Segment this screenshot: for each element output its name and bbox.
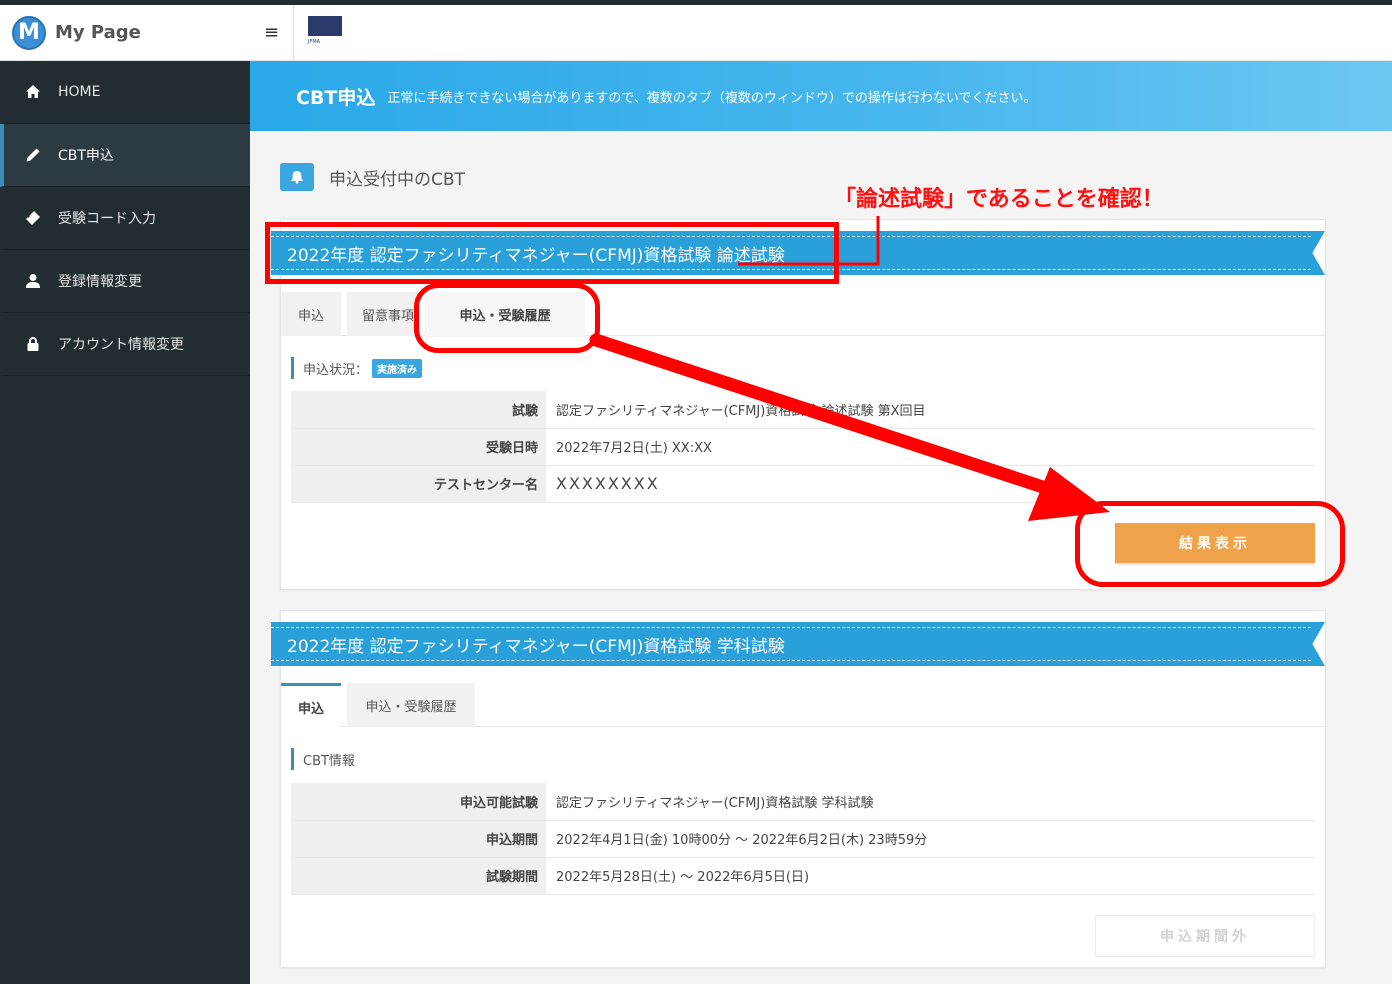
row-key: 受験日時	[291, 428, 546, 466]
row-value: 2022年5月28日(土) ～ 2022年6月5日(日)	[546, 857, 1315, 895]
sidebar-item-label: HOME	[58, 84, 101, 100]
sidebar-item-profile[interactable]: 登録情報変更	[0, 250, 250, 313]
table-row: 受験日時 2022年7月2日(土) XX:XX	[291, 428, 1315, 466]
row-value: XXXXXXXX	[546, 465, 1315, 503]
highlight-result-button	[1075, 501, 1345, 587]
table-row: 試験 認定ファシリティマネジャー(CFMJ)資格試験 論述試験 第X回目	[291, 391, 1315, 429]
highlight-essay-title	[265, 222, 839, 284]
sidebar-item-label: 受験コード入力	[58, 211, 156, 227]
status-label: 申込状況：	[303, 362, 369, 378]
menu-toggle-icon[interactable]: ≡	[250, 4, 294, 61]
cbt-info-label: CBT情報	[303, 753, 355, 769]
exam-info-table: 申込可能試験 認定ファシリティマネジャー(CFMJ)資格試験 学科試験 申込期間…	[291, 783, 1315, 895]
table-row: テストセンター名 XXXXXXXX	[291, 465, 1315, 503]
tab-notes[interactable]: 留意事項	[347, 292, 419, 336]
exam-card-tabs: 申込 申込・受験履歴	[281, 683, 1325, 728]
lock-icon	[24, 335, 42, 353]
row-key: 申込期間	[291, 820, 546, 858]
banner-message: 正常に手続きできない場合がありますので、複数のタブ（複数のウィンドウ）での操作は…	[387, 90, 1037, 106]
pencil-icon	[24, 146, 42, 164]
row-key: 申込可能試験	[291, 783, 546, 821]
sidebar-item-exam-code[interactable]: 受験コード入力	[0, 187, 250, 250]
table-row: 試験期間 2022年5月28日(土) ～ 2022年6月5日(日)	[291, 857, 1315, 895]
table-row: 申込可能試験 認定ファシリティマネジャー(CFMJ)資格試験 学科試験	[291, 783, 1315, 821]
sidebar-item-label: CBT申込	[58, 148, 114, 164]
row-value: 2022年4月1日(金) 10時00分 ～ 2022年6月2日(木) 23時59…	[546, 820, 1315, 858]
tab-apply[interactable]: 申込	[281, 292, 341, 336]
row-value: 2022年7月2日(土) XX:XX	[546, 428, 1315, 466]
sidebar-item-home[interactable]: HOME	[0, 61, 250, 124]
sidebar-item-cbt-apply[interactable]: CBT申込	[0, 124, 250, 187]
status-badge: 実施済み	[372, 358, 423, 378]
tab-apply[interactable]: 申込	[281, 683, 341, 728]
home-icon	[24, 83, 42, 101]
ticket-icon	[24, 209, 42, 227]
section-title: 申込受付中のCBT	[329, 169, 465, 190]
table-row: 申込期間 2022年4月1日(金) 10時00分 ～ 2022年6月2日(木) …	[291, 820, 1315, 858]
sidebar: M My Page HOME CBT申込 受験コード入力 登録情報変更 アカウン…	[0, 5, 250, 984]
row-value: 認定ファシリティマネジャー(CFMJ)資格試験 論述試験 第X回目	[546, 391, 1315, 429]
exam-info-table: 試験 認定ファシリティマネジャー(CFMJ)資格試験 論述試験 第X回目 受験日…	[291, 391, 1315, 503]
row-key: 試験期間	[291, 857, 546, 895]
top-header: ≡ JFMA	[250, 4, 1392, 61]
organization-logo[interactable]: JFMA	[308, 15, 344, 50]
exam-card-academic: 2022年度 認定ファシリティマネジャー(CFMJ)資格試験 学科試験 申込 申…	[271, 610, 1326, 968]
brand-logo-icon: M	[12, 15, 46, 50]
row-value: 認定ファシリティマネジャー(CFMJ)資格試験 学科試験	[546, 783, 1315, 821]
section-heading: 申込受付中のCBT	[280, 163, 465, 191]
user-icon	[24, 272, 42, 290]
brand-title: My Page	[55, 22, 141, 43]
application-closed-button: 申込期間外	[1095, 915, 1315, 957]
organization-logo-text: JFMA	[308, 38, 321, 45]
sidebar-item-label: 登録情報変更	[58, 274, 142, 290]
application-status: 申込状況： 実施済み	[291, 357, 423, 379]
annotation-text: 「論述試験」であることを確認！	[834, 187, 1164, 212]
exam-card-title: 2022年度 認定ファシリティマネジャー(CFMJ)資格試験 学科試験	[271, 622, 1325, 666]
tab-history[interactable]: 申込・受験履歴	[347, 683, 475, 727]
cbt-info-heading: CBT情報	[291, 748, 355, 770]
row-key: テストセンター名	[291, 465, 546, 503]
brand[interactable]: M My Page	[0, 5, 250, 61]
row-key: 試験	[291, 391, 546, 429]
highlight-history-tab	[414, 283, 600, 353]
sidebar-item-account[interactable]: アカウント情報変更	[0, 313, 250, 376]
bell-icon	[280, 163, 314, 191]
page-banner: CBT申込 正常に手続きできない場合がありますので、複数のタブ（複数のウィンドウ…	[250, 61, 1392, 131]
page-title: CBT申込	[296, 86, 376, 109]
sidebar-item-label: アカウント情報変更	[58, 337, 184, 353]
